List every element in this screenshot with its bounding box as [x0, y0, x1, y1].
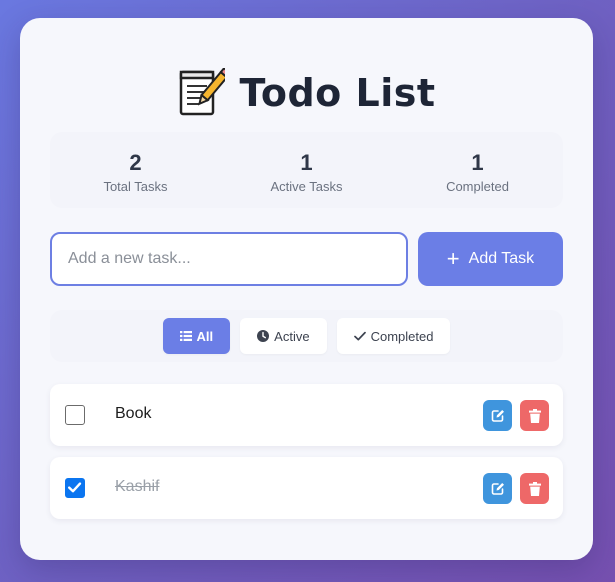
page-title: Todo List	[239, 71, 436, 115]
stat-active-value: 1	[300, 150, 313, 175]
memo-icon	[180, 68, 226, 116]
add-task-button[interactable]: + Add Task	[418, 232, 563, 286]
stat-active-label: Active Tasks	[270, 179, 343, 194]
delete-task-button[interactable]	[520, 473, 549, 504]
filter-bar: All Active Completed	[50, 310, 563, 362]
edit-icon	[491, 482, 504, 495]
new-task-input[interactable]	[50, 232, 408, 286]
edit-task-button[interactable]	[483, 473, 512, 504]
task-text[interactable]: Kashif	[115, 478, 159, 496]
trash-icon	[528, 408, 541, 423]
add-task-label: Add Task	[468, 250, 535, 267]
task-item: Book	[50, 384, 563, 446]
edit-task-button[interactable]	[483, 400, 512, 431]
check-icon	[353, 331, 366, 341]
edit-icon	[491, 409, 504, 422]
stat-total: 2 Total Tasks	[50, 132, 221, 208]
stat-active: 1 Active Tasks	[221, 132, 392, 208]
delete-task-button[interactable]	[520, 400, 549, 431]
task-checkbox[interactable]	[65, 478, 85, 498]
todo-card: Todo List 2 Total Tasks 1 Active Tasks 1…	[20, 18, 593, 560]
stat-total-label: Total Tasks	[103, 179, 168, 194]
task-text[interactable]: Book	[115, 405, 151, 423]
checkmark-icon	[68, 482, 82, 493]
stat-completed-label: Completed	[446, 179, 509, 194]
filter-active-button[interactable]: Active	[240, 318, 327, 354]
trash-icon	[528, 481, 541, 496]
plus-icon: +	[446, 246, 460, 271]
list-icon	[179, 331, 192, 341]
stats-panel: 2 Total Tasks 1 Active Tasks 1 Completed	[50, 132, 563, 208]
filter-all-label: All	[196, 328, 214, 344]
filter-completed-button[interactable]: Completed	[336, 318, 451, 354]
task-checkbox[interactable]	[65, 405, 85, 425]
header: Todo List	[20, 68, 593, 118]
clock-icon	[257, 330, 270, 342]
filter-all-button[interactable]: All	[162, 318, 231, 354]
stat-completed-value: 1	[471, 150, 484, 175]
stat-completed: 1 Completed	[392, 132, 563, 208]
filter-active-label: Active	[274, 328, 310, 344]
stat-total-value: 2	[129, 150, 142, 175]
filter-completed-label: Completed	[370, 328, 434, 344]
task-item: Kashif	[50, 457, 563, 519]
